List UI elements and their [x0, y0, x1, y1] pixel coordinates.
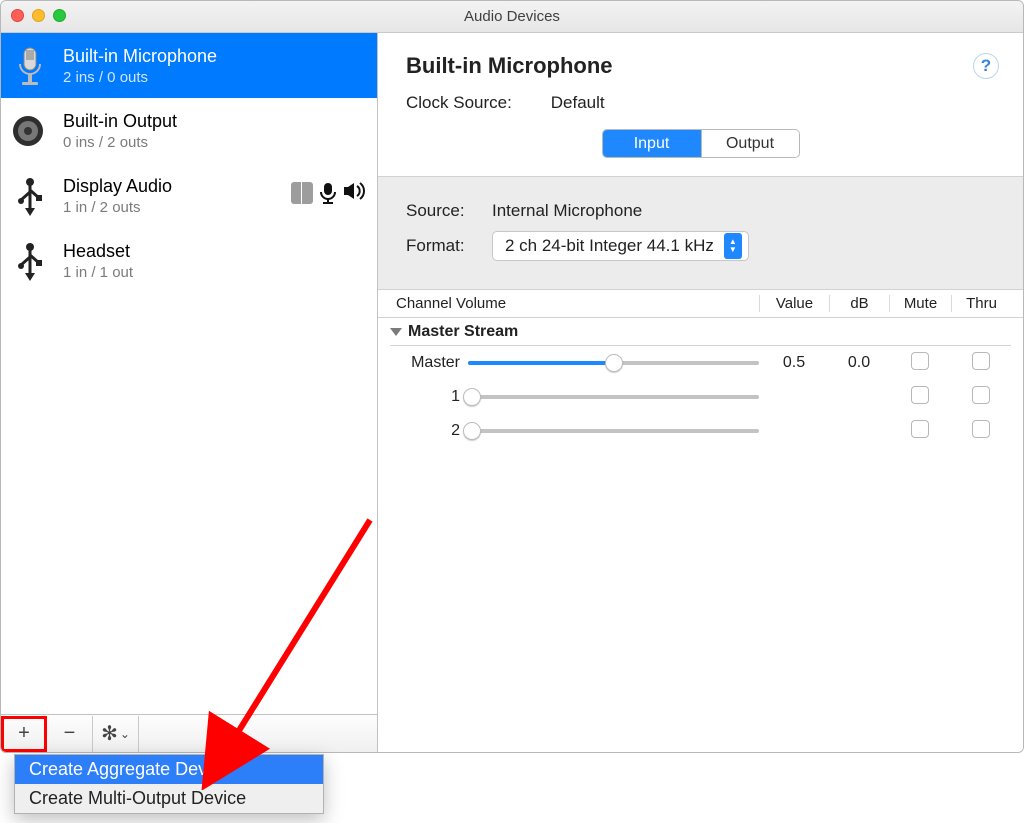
help-button[interactable]: ?	[973, 53, 999, 79]
format-select[interactable]: 2 ch 24-bit Integer 44.1 kHz ▲▼	[492, 231, 749, 261]
usb-icon	[9, 240, 51, 282]
add-device-button[interactable]: +	[1, 716, 47, 752]
settings-panel: Source: Internal Microphone Format: 2 ch…	[378, 176, 1023, 290]
speaker-icon	[9, 110, 51, 152]
th-thru: Thru	[951, 295, 1011, 312]
device-row-display-audio[interactable]: Display Audio 1 in / 2 outs	[1, 163, 377, 228]
device-sidebar: Built-in Microphone 2 ins / 0 outs Built…	[1, 33, 378, 752]
minimize-icon[interactable]	[32, 9, 45, 22]
format-value: 2 ch 24-bit Integer 44.1 kHz	[505, 236, 714, 256]
source-label: Source:	[406, 201, 492, 221]
menu-create-multi-output-device[interactable]: Create Multi-Output Device	[15, 784, 323, 813]
channel-row-2: 2	[390, 414, 1011, 448]
clock-source-label: Clock Source:	[406, 93, 546, 113]
menu-create-aggregate-device[interactable]: Create Aggregate Device	[15, 755, 323, 784]
titlebar: Audio Devices	[1, 1, 1023, 33]
device-name: Headset	[63, 241, 365, 262]
channel-value: 0.5	[759, 354, 829, 372]
disclosure-triangle-icon	[390, 328, 402, 336]
stepper-icon: ▲▼	[724, 233, 742, 259]
device-io: 2 ins / 0 outs	[63, 69, 365, 86]
finder-icon	[291, 182, 313, 204]
detail-title: Built-in Microphone	[406, 53, 995, 79]
zoom-icon[interactable]	[53, 9, 66, 22]
add-device-menu: Create Aggregate Device Create Multi-Out…	[14, 754, 324, 814]
mute-checkbox[interactable]	[911, 420, 929, 438]
device-row-headset[interactable]: Headset 1 in / 1 out	[1, 228, 377, 293]
thru-checkbox[interactable]	[972, 420, 990, 438]
chevron-down-icon: ⌄	[120, 727, 130, 741]
close-icon[interactable]	[11, 9, 24, 22]
device-row-builtin-output[interactable]: Built-in Output 0 ins / 2 outs	[1, 98, 377, 163]
device-row-builtin-microphone[interactable]: Built-in Microphone 2 ins / 0 outs	[1, 33, 377, 98]
device-name: Built-in Microphone	[63, 46, 365, 67]
remove-device-button[interactable]: −	[47, 716, 93, 752]
gear-icon: ✻	[101, 721, 118, 746]
clock-source-value: Default	[551, 93, 605, 112]
usb-icon	[9, 175, 51, 217]
device-name: Display Audio	[63, 176, 291, 197]
volume-slider-1[interactable]	[468, 388, 759, 406]
options-button[interactable]: ✻⌄	[93, 716, 139, 752]
microphone-icon	[9, 45, 51, 87]
channel-row-1: 1	[390, 380, 1011, 414]
th-db: dB	[829, 295, 889, 312]
channel-label: 1	[390, 388, 468, 406]
mic-icon	[319, 182, 337, 209]
th-mute: Mute	[889, 295, 951, 312]
channel-label: 2	[390, 422, 468, 440]
traffic-lights	[11, 9, 66, 22]
minus-icon: −	[64, 722, 76, 745]
mute-checkbox[interactable]	[911, 386, 929, 404]
th-channel: Channel Volume	[390, 295, 759, 312]
channel-db: 0.0	[829, 354, 889, 372]
volume-icon	[343, 182, 365, 209]
device-io: 1 in / 2 outs	[63, 199, 291, 216]
volume-slider-2[interactable]	[468, 422, 759, 440]
source-value: Internal Microphone	[492, 201, 642, 221]
window-title: Audio Devices	[464, 8, 560, 25]
audio-devices-window: Audio Devices Built-i	[0, 0, 1024, 753]
detail-pane: Built-in Microphone ? Clock Source: Defa…	[378, 33, 1023, 752]
sidebar-toolbar: + − ✻⌄	[1, 714, 377, 752]
thru-checkbox[interactable]	[972, 386, 990, 404]
device-io: 1 in / 1 out	[63, 264, 365, 281]
io-tabs: Input Output	[602, 129, 800, 158]
th-value: Value	[759, 295, 829, 312]
mute-checkbox[interactable]	[911, 352, 929, 370]
device-io: 0 ins / 2 outs	[63, 134, 365, 151]
channel-table-header: Channel Volume Value dB Mute Thru	[378, 290, 1023, 318]
stream-group-header[interactable]: Master Stream	[390, 318, 1011, 346]
plus-icon: +	[18, 722, 30, 745]
volume-slider-master[interactable]	[468, 354, 759, 372]
group-label: Master Stream	[408, 323, 518, 341]
thru-checkbox[interactable]	[972, 352, 990, 370]
channel-row-master: Master 0.5 0.0	[390, 346, 1011, 380]
format-label: Format:	[406, 236, 492, 256]
device-name: Built-in Output	[63, 111, 365, 132]
tab-output[interactable]: Output	[701, 130, 799, 157]
channel-label: Master	[390, 354, 468, 372]
tab-input[interactable]: Input	[603, 130, 701, 157]
